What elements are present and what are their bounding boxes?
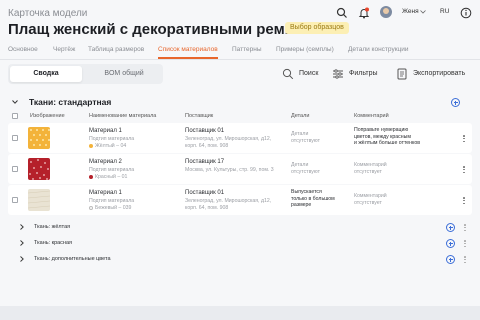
tab-size-table[interactable]: Таблица размеров: [88, 46, 144, 53]
material-image: [28, 158, 50, 180]
material-color-label: Бежевый – 039: [95, 205, 132, 211]
add-material-button[interactable]: [451, 98, 460, 107]
subtab-bom[interactable]: BOM общий: [88, 66, 160, 82]
model-card-panel: Карточка модели Плащ женский с декоратив…: [0, 0, 480, 306]
column-details: Детали: [291, 113, 310, 119]
supplier-name: Поставщик 17: [185, 159, 225, 165]
color-dot: [89, 143, 93, 148]
avatar[interactable]: [380, 6, 392, 18]
language-switcher[interactable]: RU: [440, 8, 449, 15]
details-line-2: отсутствуют: [291, 137, 320, 144]
tabs-divider: [0, 59, 480, 60]
filter-sliders-icon: [333, 69, 343, 79]
material-subtype: Подтип материала: [89, 167, 135, 173]
tab-patterns[interactable]: Паттерны: [232, 46, 262, 53]
table-row[interactable]: Материал 1 Подтип материала Жёлтый – 04 …: [8, 123, 472, 153]
row-menu-icon[interactable]: [463, 135, 465, 143]
search-icon: [282, 68, 294, 80]
group-red-fabric[interactable]: Ткань: красная: [34, 240, 72, 246]
material-color-label: Жёлтый – 04: [95, 143, 127, 149]
select-all-checkbox[interactable]: [12, 113, 18, 119]
supplier-name: Поставщик 01: [185, 128, 225, 134]
supplier-address-line-1: Москва, ул. Культуры, стр. 99, пом. 3: [185, 167, 274, 173]
chevron-down-icon[interactable]: [420, 10, 426, 14]
material-name: Материал 1: [89, 128, 122, 134]
export-label: Экспортировать: [413, 70, 466, 77]
material-name: Материал 1: [89, 190, 122, 196]
tab-construction-details[interactable]: Детали конструкции: [348, 46, 409, 53]
material-subtype: Подтип материала: [89, 136, 135, 142]
group-menu-icon[interactable]: [464, 256, 466, 264]
comment-line-3: и жёлтым больше оттенков: [354, 140, 420, 146]
material-subtype: Подтип материала: [89, 198, 135, 204]
comment-line-2: отсутствует: [354, 199, 382, 206]
search-button[interactable]: Поиск: [282, 68, 324, 80]
row-checkbox[interactable]: [12, 166, 18, 172]
group-menu-icon[interactable]: [464, 240, 466, 248]
material-color-label: Красный – 01: [95, 174, 128, 180]
filters-label: Фильтры: [349, 70, 378, 77]
color-dot: [89, 174, 93, 179]
material-color: Жёлтый – 04: [89, 143, 126, 150]
material-color: Бежевый – 039: [89, 205, 131, 212]
notification-bell-icon[interactable]: [358, 7, 370, 19]
section-title: Ткани: стандартная: [29, 97, 112, 107]
export-button[interactable]: Экспортировать: [396, 68, 476, 80]
details-line-2: отсутствуют: [291, 168, 320, 175]
comment-line-2: отсутствует: [354, 168, 382, 175]
add-to-group-button[interactable]: [446, 239, 455, 248]
chevron-right-icon[interactable]: [20, 256, 24, 262]
row-menu-icon[interactable]: [463, 166, 465, 174]
tab-main[interactable]: Основное: [8, 46, 38, 53]
color-dot: [89, 205, 93, 210]
chevron-right-icon[interactable]: [20, 224, 24, 230]
table-header: Изображение Наименование материала Поста…: [8, 111, 472, 121]
info-icon[interactable]: [460, 7, 472, 19]
page-title: Плащ женский с декоративными ремнями: [8, 21, 323, 38]
tab-drawing[interactable]: Чертёж: [53, 46, 75, 53]
add-to-group-button[interactable]: [446, 223, 455, 232]
group-yellow-fabric[interactable]: Ткань: жёлтая: [34, 224, 70, 230]
table-row[interactable]: Материал 1 Подтип материала Бежевый – 03…: [8, 185, 472, 215]
material-color: Красный – 01: [89, 174, 127, 181]
group-menu-icon[interactable]: [464, 224, 466, 232]
search-icon[interactable]: [336, 7, 348, 19]
material-image: [28, 189, 50, 211]
supplier-name: Поставщик 01: [185, 190, 225, 196]
column-comment: Комментарий: [354, 113, 389, 119]
details-line-3: размере: [291, 202, 312, 208]
supplier-address-line-2: корп. 64, пом. 908: [185, 142, 229, 149]
breadcrumb[interactable]: Карточка модели: [8, 8, 87, 19]
page-footer-background: [0, 306, 480, 320]
group-additional-colors[interactable]: Ткань: дополнительные цвета: [34, 256, 111, 262]
user-name[interactable]: Женя: [402, 8, 419, 15]
add-to-group-button[interactable]: [446, 255, 455, 264]
view-switcher: Сводка BOM общий: [8, 64, 163, 84]
chevron-right-icon[interactable]: [20, 240, 24, 246]
column-image: Изображение: [30, 113, 65, 119]
column-material-name: Наименование материала: [89, 113, 157, 119]
filters-button[interactable]: Фильтры: [332, 68, 386, 80]
row-menu-icon[interactable]: [463, 197, 465, 205]
row-checkbox[interactable]: [12, 135, 18, 141]
tab-samples[interactable]: Примеры (семплы): [276, 46, 334, 53]
row-checkbox[interactable]: [12, 197, 18, 203]
column-supplier: Поставщик: [185, 113, 214, 119]
search-label: Поиск: [299, 70, 319, 77]
tab-materials-list[interactable]: Список материалов: [158, 46, 218, 59]
status-badge: Выбор образцов: [285, 22, 349, 34]
subtab-summary[interactable]: Сводка: [10, 66, 82, 82]
material-name: Материал 2: [89, 159, 122, 165]
material-image: [28, 127, 50, 149]
supplier-address-line-2: корп. 64, пом. 908: [185, 204, 229, 211]
export-document-icon: [397, 68, 407, 80]
table-row[interactable]: Материал 2 Подтип материала Красный – 01…: [8, 154, 472, 184]
chevron-down-icon[interactable]: [12, 100, 18, 104]
